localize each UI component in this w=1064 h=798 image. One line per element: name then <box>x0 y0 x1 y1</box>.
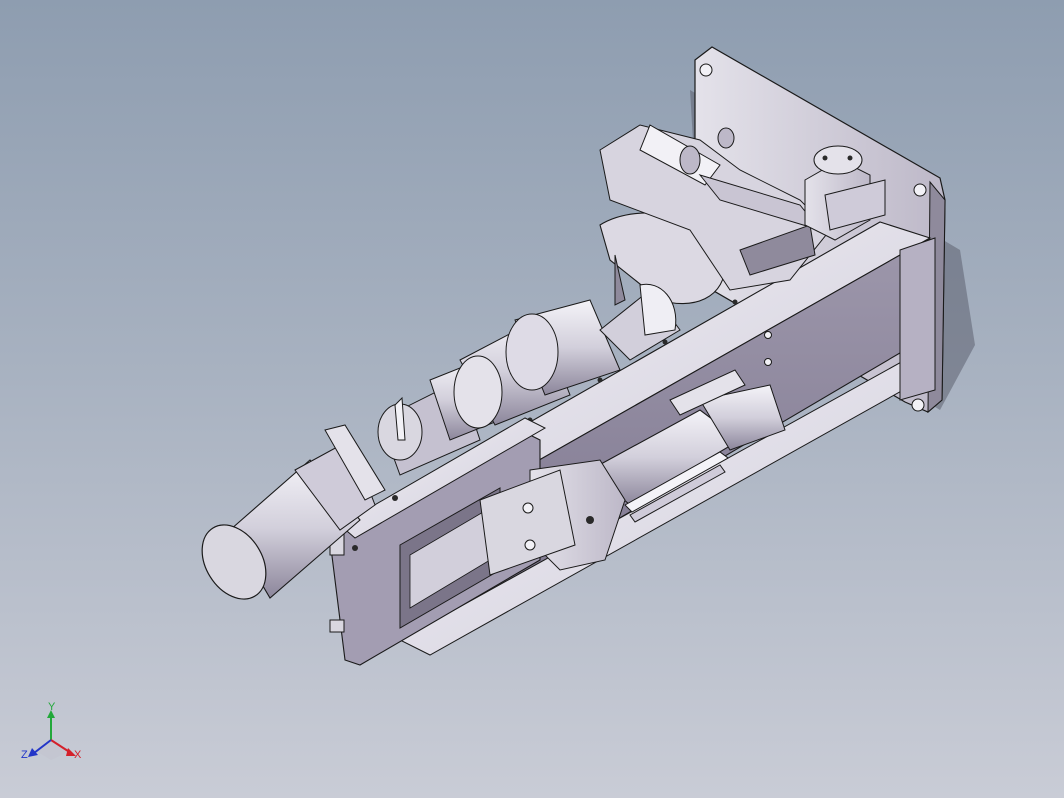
graphics-viewport[interactable]: Y X Z <box>0 0 1064 798</box>
triad-z-label: Z <box>21 749 28 761</box>
assembly-model[interactable] <box>0 0 1064 798</box>
mounting-hole <box>911 398 925 412</box>
triad-x-label: X <box>74 749 82 761</box>
triad-y-label: Y <box>48 701 56 713</box>
mounting-hole <box>913 183 927 197</box>
coordinate-triad: Y X Z <box>18 700 88 770</box>
mounting-hole <box>699 63 713 77</box>
